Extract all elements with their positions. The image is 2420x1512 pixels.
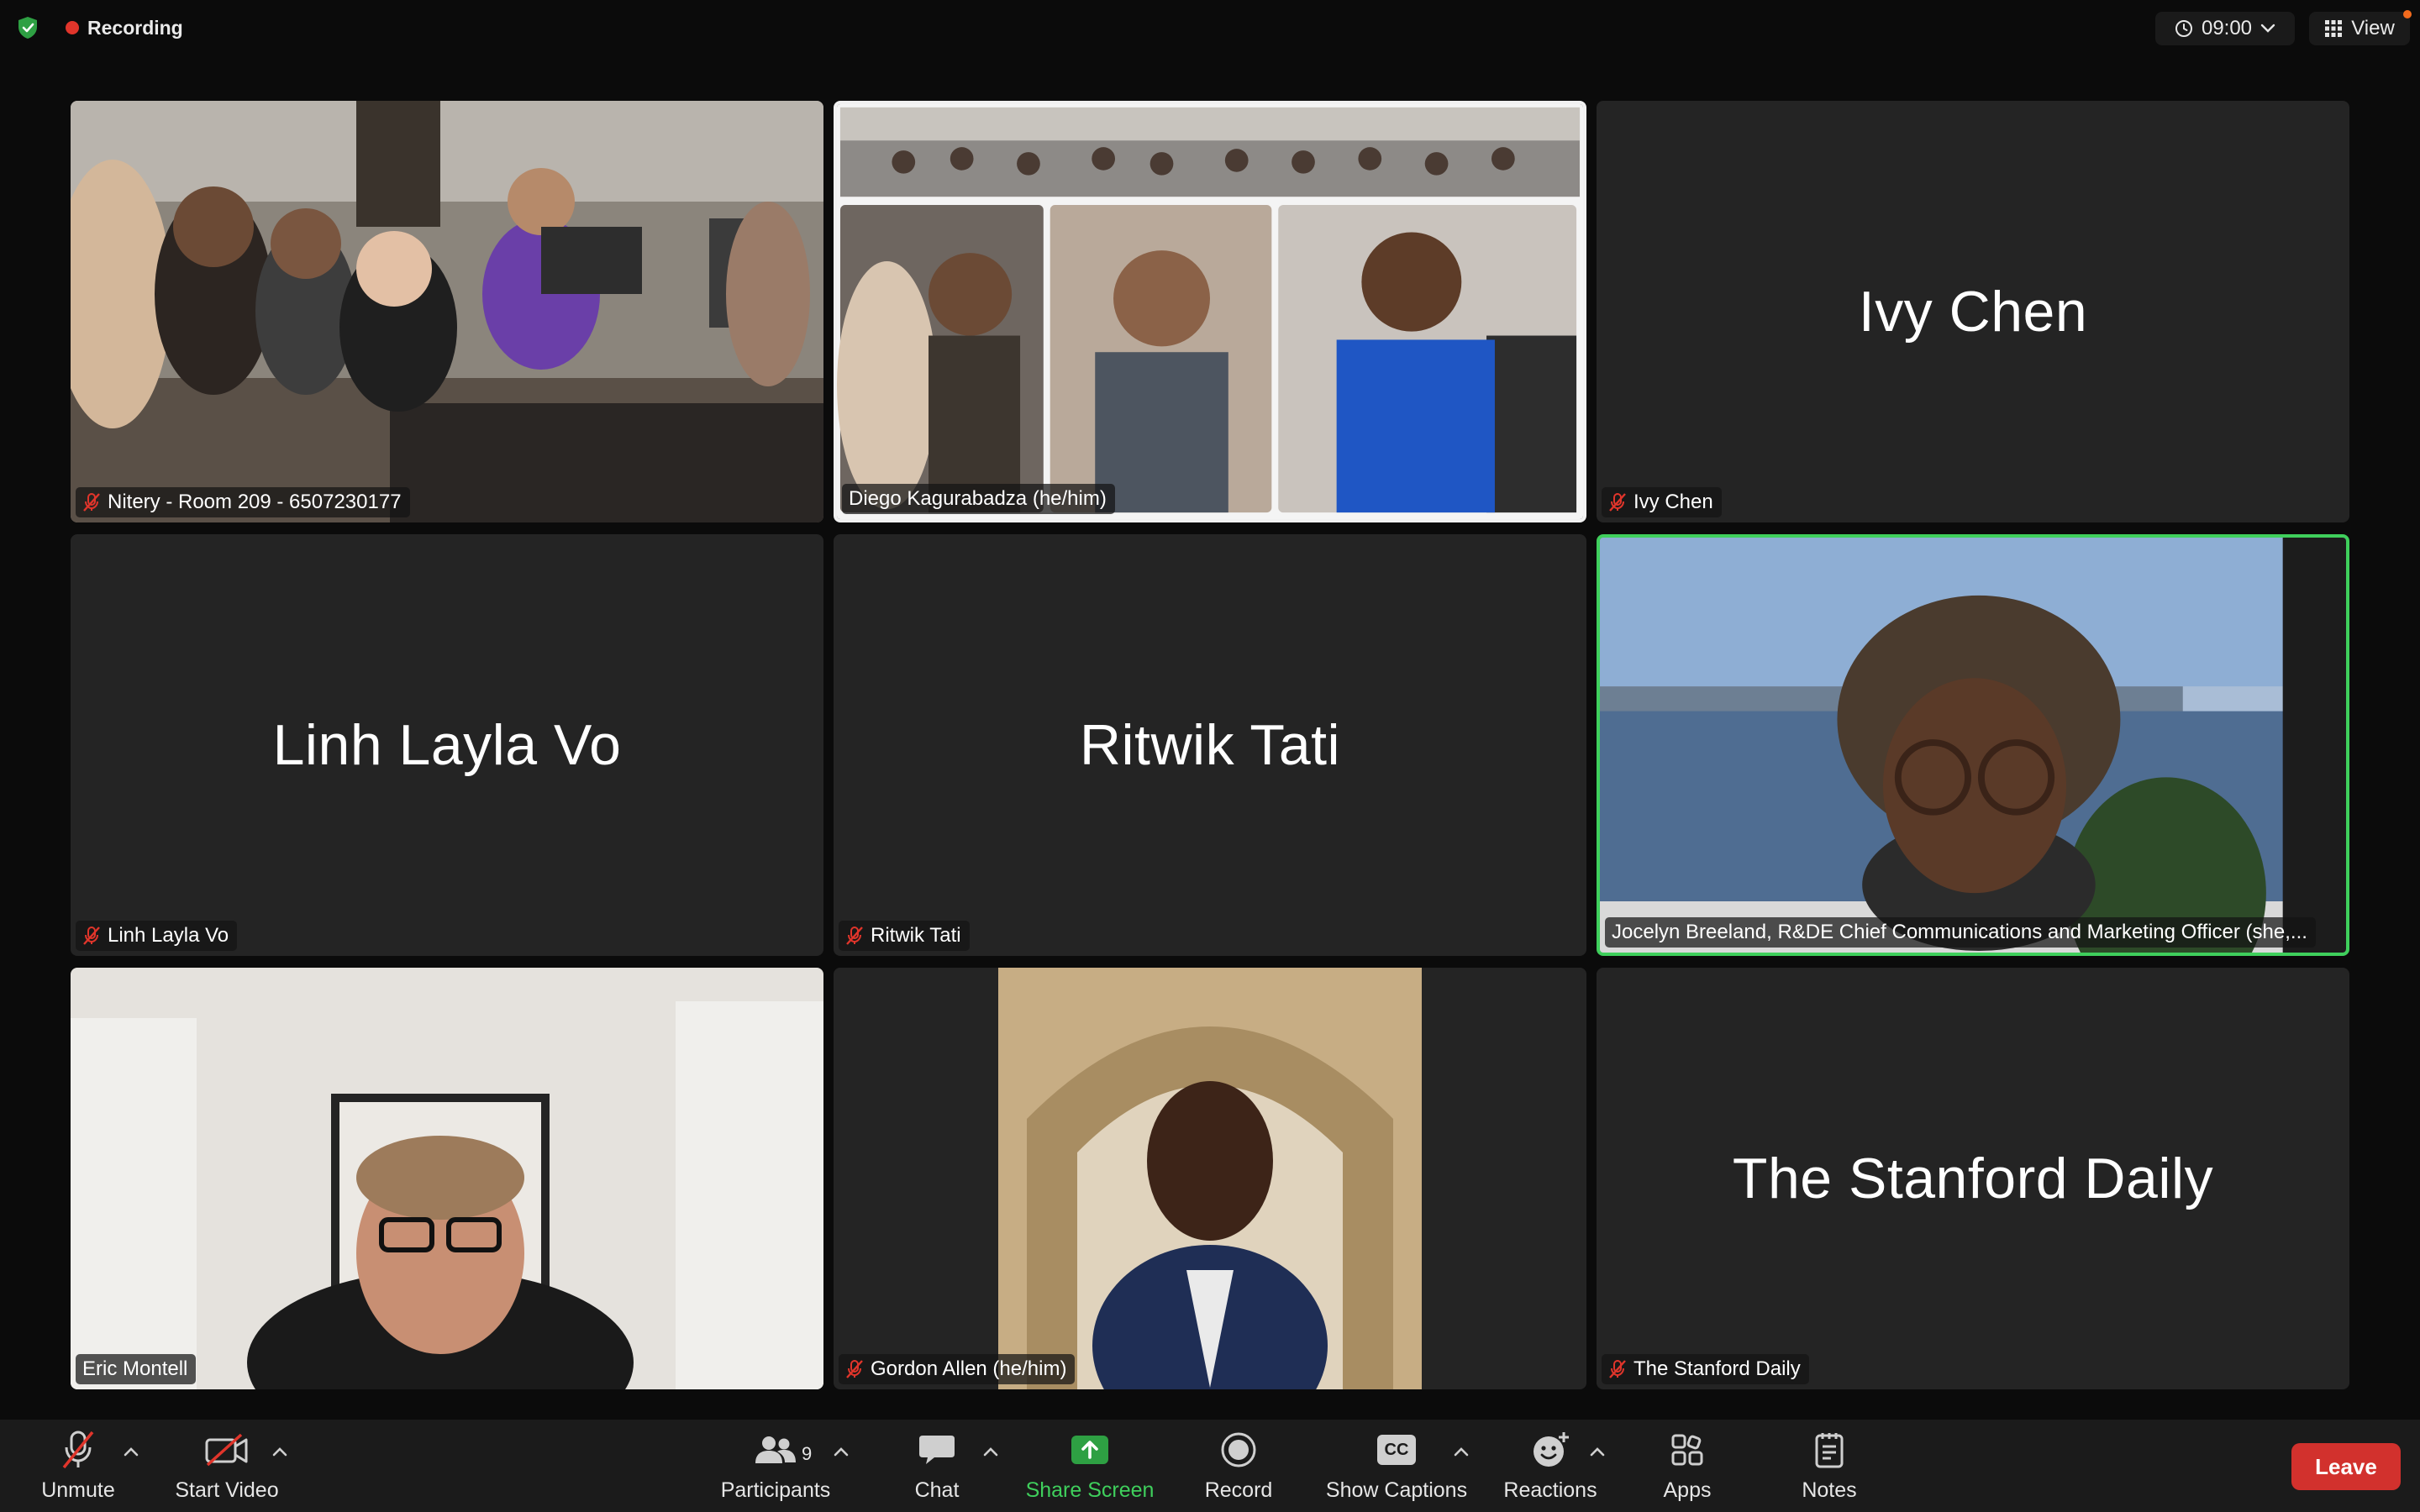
participant-tile-linh-layla-vo[interactable]: Linh Layla Vo Linh Layla Vo [71, 534, 823, 956]
participant-name-tag: Eric Montell [76, 1354, 197, 1384]
participants-options-chevron-up-icon[interactable] [832, 1445, 850, 1458]
participant-name-tag: Linh Layla Vo [76, 921, 238, 951]
microphone-muted-icon [846, 1360, 863, 1378]
share-screen-label: Share Screen [1025, 1478, 1155, 1502]
audio-options-chevron-up-icon[interactable] [122, 1445, 140, 1458]
clock-icon [2175, 20, 2192, 37]
participant-name: Nitery - Room 209 - 6507230177 [108, 491, 402, 513]
view-label: View [2351, 17, 2395, 39]
participants-label: Participants [720, 1478, 831, 1502]
participant-tile-diego[interactable]: Diego Kagurabadza (he/him) [834, 101, 1586, 522]
microphone-muted-icon [83, 493, 100, 512]
participant-tile-nitery[interactable]: Nitery - Room 209 - 6507230177 [71, 101, 823, 522]
participant-display-name: The Stanford Daily [1732, 1147, 2214, 1210]
record-button[interactable]: Record [1197, 1426, 1281, 1507]
share-screen-button[interactable]: Share Screen [1018, 1426, 1161, 1507]
recording-indicator[interactable]: Recording [66, 15, 183, 40]
video-options-chevron-up-icon[interactable] [271, 1445, 289, 1458]
participant-display-name: Linh Layla Vo [272, 713, 622, 777]
recording-label: Recording [87, 16, 183, 39]
participant-name: The Stanford Daily [1634, 1357, 1801, 1380]
participant-name: Eric Montell [82, 1357, 188, 1380]
participant-name: Gordon Allen (he/him) [871, 1357, 1067, 1380]
closed-captions-icon: CC [1377, 1435, 1416, 1465]
apps-label: Apps [1663, 1478, 1712, 1502]
meeting-timer[interactable]: 09:00 [2155, 12, 2295, 45]
participant-tile-eric-montell[interactable]: Eric Montell [71, 968, 823, 1389]
reactions-smiley-icon [1534, 1432, 1569, 1467]
timer-value: 09:00 [2201, 17, 2253, 39]
reactions-label: Reactions [1503, 1478, 1597, 1502]
participant-name-tag: Ivy Chen [1602, 487, 1722, 517]
start-video-button[interactable]: Start Video [168, 1426, 286, 1507]
record-icon [1221, 1432, 1256, 1467]
chevron-down-icon [2260, 24, 2275, 33]
microphone-muted-icon [846, 927, 863, 945]
top-bar: Recording 09:00 View [0, 0, 2420, 59]
participant-name: Linh Layla Vo [108, 924, 229, 947]
participants-count: 9 [802, 1443, 813, 1464]
chat-label: Chat [914, 1478, 960, 1502]
unmute-button[interactable]: Unmute [32, 1426, 124, 1507]
security-shield-icon[interactable] [15, 15, 40, 40]
participant-tile-gordon-allen[interactable]: Gordon Allen (he/him) [834, 968, 1586, 1389]
microphone-muted-icon [1609, 493, 1626, 512]
captions-options-chevron-up-icon[interactable] [1452, 1445, 1470, 1458]
participant-name: Diego Kagurabadza (he/him) [849, 487, 1107, 510]
grid-icon [2325, 20, 2343, 37]
participant-name-tag: Jocelyn Breeland, R&DE Chief Communicati… [1605, 917, 2316, 948]
apps-button[interactable]: Apps [1645, 1426, 1729, 1507]
view-button[interactable]: View [2309, 10, 2412, 45]
share-screen-icon [1071, 1436, 1108, 1464]
notes-icon [1815, 1433, 1844, 1468]
cc-glyph: CC [1384, 1440, 1409, 1459]
participant-tile-jocelyn-breeland[interactable]: Jocelyn Breeland, R&DE Chief Communicati… [1597, 534, 2349, 956]
chat-bubble-icon [919, 1436, 955, 1464]
start-video-label: Start Video [175, 1478, 279, 1502]
notification-dot [2403, 10, 2412, 18]
apps-icon [1671, 1434, 1703, 1466]
participant-display-name: Ritwik Tati [1079, 713, 1341, 777]
leave-button[interactable]: Leave [2291, 1443, 2401, 1490]
meeting-toolbar: Unmute Start Video 9 Participants Chat S… [0, 1420, 2420, 1512]
record-label: Record [1204, 1478, 1273, 1502]
show-captions-button[interactable]: CC Show Captions [1321, 1426, 1472, 1507]
microphone-muted-icon [83, 927, 100, 945]
video-feed-gordon [834, 968, 1586, 1389]
participant-display-name: Ivy Chen [1858, 280, 2088, 344]
unmute-label: Unmute [41, 1478, 115, 1502]
participants-icon [755, 1436, 796, 1463]
reactions-options-chevron-up-icon[interactable] [1588, 1445, 1607, 1458]
chat-options-chevron-up-icon[interactable] [981, 1445, 1000, 1458]
recording-dot-icon [66, 21, 79, 34]
notes-label: Notes [1802, 1478, 1857, 1502]
notes-button[interactable]: Notes [1787, 1426, 1871, 1507]
participants-button[interactable]: 9 Participants [713, 1426, 839, 1507]
microphone-muted-icon [1609, 1360, 1626, 1378]
participant-name-tag: Diego Kagurabadza (he/him) [842, 484, 1115, 514]
show-captions-label: Show Captions [1325, 1478, 1468, 1502]
reactions-button[interactable]: Reactions [1496, 1426, 1605, 1507]
participant-name: Jocelyn Breeland, R&DE Chief Communicati… [1612, 921, 2307, 943]
participant-tile-ivy-chen[interactable]: Ivy Chen Ivy Chen [1597, 101, 2349, 522]
participant-tile-ritwik-tati[interactable]: Ritwik Tati Ritwik Tati [834, 534, 1586, 956]
participant-name: Ritwik Tati [871, 924, 961, 947]
participant-name-tag: Ritwik Tati [839, 921, 970, 951]
microphone-muted-icon [62, 1431, 94, 1469]
video-feed-speaker [1600, 538, 2346, 953]
video-feed-gallery [837, 104, 1583, 519]
participant-tile-stanford-daily[interactable]: The Stanford Daily The Stanford Daily [1597, 968, 2349, 1389]
video-feed-classroom [71, 101, 823, 522]
participant-name-tag: Gordon Allen (he/him) [839, 1354, 1076, 1384]
participant-name-tag: Nitery - Room 209 - 6507230177 [76, 487, 410, 517]
participant-name: Ivy Chen [1634, 491, 1713, 513]
video-feed-eric [71, 968, 823, 1389]
participant-name-tag: The Stanford Daily [1602, 1354, 1809, 1384]
chat-button[interactable]: Chat [895, 1426, 979, 1507]
video-camera-off-icon [205, 1433, 248, 1467]
